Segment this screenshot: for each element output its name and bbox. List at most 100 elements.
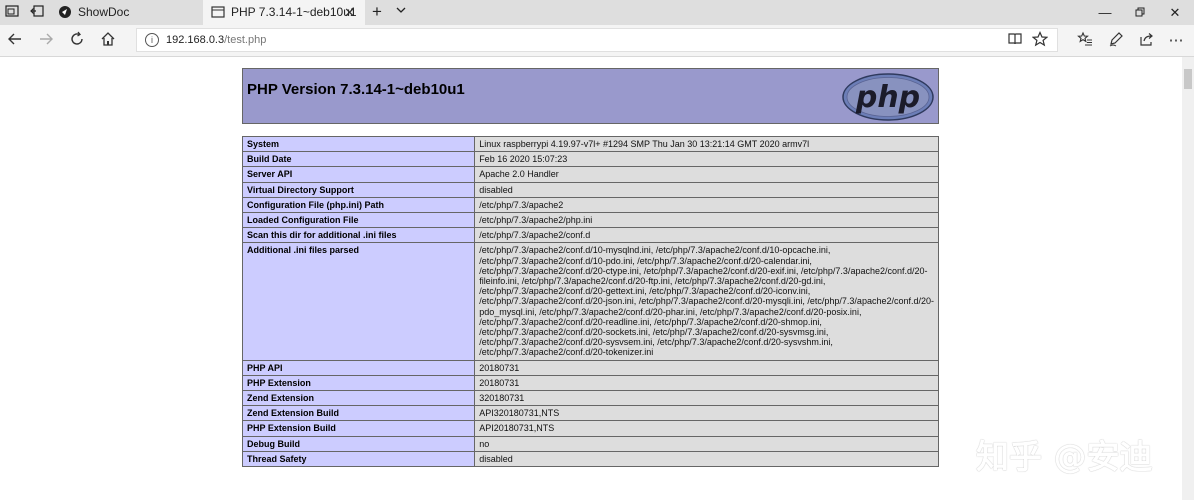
tab-label: ShowDoc — [78, 5, 130, 19]
row-key: Build Date — [241, 151, 476, 168]
row-key: Configuration File (php.ini) Path — [241, 196, 476, 214]
close-tab-icon[interactable]: ✕ — [344, 0, 355, 25]
table-row: Server API Apache 2.0 Handler — [241, 166, 939, 183]
value-line: Linux raspberrypi 4.19.97-v7l+ #1294 SMP… — [479, 139, 810, 149]
row-value: 320180731 — [474, 390, 939, 407]
value-line: /etc/php/7.3/apache2/conf.d/20-tokenizer… — [479, 347, 654, 358]
row-key: Virtual Directory Support — [241, 181, 476, 198]
table-row: Scan this dir for additional .ini files /… — [241, 227, 939, 244]
svg-text:php: php — [855, 80, 920, 115]
row-value: /etc/php/7.3/apache2 — [474, 196, 939, 214]
table-row: Loaded Configuration File/etc/php/7.3/ap… — [241, 212, 939, 229]
row-key: Debug Build — [241, 435, 476, 452]
value-line: 20180731 — [479, 362, 520, 373]
value-line: 320180731 — [479, 393, 525, 404]
row-key: Server API — [241, 166, 476, 183]
forward-icon[interactable] — [36, 31, 56, 51]
value-line: Feb 16 2020 15:07:23 — [479, 154, 568, 165]
more-options-icon[interactable]: ⋯ — [1166, 31, 1186, 51]
table-row: Build Date Feb 16 2020 15:07:23 — [241, 151, 939, 168]
row-key: Scan this dir for additional .ini files — [241, 227, 476, 244]
value-line: /etc/php/7.3/apache2/conf.d/20-sockets.i… — [479, 327, 829, 338]
value-line: disabled — [479, 184, 513, 195]
row-key: Zend Extension Build — [241, 405, 476, 422]
table-row: PHP Extension Build API20180731,NTS — [241, 420, 939, 437]
php-info-table: System Linux raspberrypi 4.19.97-v7l+ #12… — [241, 135, 939, 468]
row-value: disabled — [474, 450, 939, 468]
value-line: disabled — [479, 453, 513, 464]
watermark: 知乎 @安迪 — [976, 437, 1153, 476]
table-row: Virtual Directory Support disabled — [241, 181, 939, 198]
row-key: PHP Extension Build — [241, 420, 476, 437]
tab-showdoc[interactable]: ShowDoc — [50, 0, 203, 25]
favorite-star-icon[interactable] — [1030, 31, 1050, 51]
row-key: System — [241, 135, 476, 153]
page-title: PHP Version 7.3.14-1~deb10u1 — [247, 81, 465, 98]
minimize-icon[interactable]: — — [1088, 0, 1122, 25]
tab-php-info[interactable]: PHP 7.3.14-1~deb10u1 ✕ — [203, 0, 365, 25]
value-line: API20180731,NTS — [479, 423, 555, 434]
value-line: API320180731,NTS — [479, 408, 560, 419]
reading-view-icon[interactable] — [1005, 31, 1025, 51]
value-line: /etc/php/7.3/apache2/conf.d/20-readline.… — [479, 316, 822, 327]
value-line: fileinfo.ini, /etc/php/7.3/apache2/conf.… — [479, 276, 826, 287]
window-close-icon[interactable]: ✕ — [1158, 0, 1192, 25]
value-line: /etc/php/7.3/apache2/conf.d — [479, 230, 591, 241]
share-icon[interactable] — [1137, 31, 1157, 51]
row-key: Zend Extension — [241, 390, 476, 407]
favorites-list-icon[interactable] — [1075, 31, 1095, 51]
url-text: 192.168.0.3/test.php — [166, 34, 267, 46]
showdoc-favicon-icon — [59, 6, 71, 18]
row-value: disabled — [474, 181, 939, 198]
value-line: /etc/php/7.3/apache2 — [479, 199, 564, 210]
php-version-header: PHP Version 7.3.14-1~deb10u1 php — [242, 68, 939, 124]
page-scrollbar[interactable] — [1182, 57, 1194, 500]
back-icon[interactable] — [5, 31, 25, 51]
value-line: /etc/php/7.3/apache2/conf.d/10-pdo.ini, … — [479, 255, 812, 266]
row-value: Linux raspberrypi 4.19.97-v7l+ #1294 SMP… — [474, 135, 939, 153]
value-line: /etc/php/7.3/apache2/conf.d/20-json.ini,… — [479, 296, 934, 307]
chevron-down-icon[interactable] — [393, 4, 409, 20]
navigation-bar: i 192.168.0.3/test.php ⋯ — [0, 25, 1194, 57]
row-value: no — [474, 435, 939, 452]
address-bar[interactable]: i 192.168.0.3/test.php — [136, 28, 1058, 52]
new-tab-icon[interactable]: + — [369, 3, 385, 20]
table-row: Zend Extension 320180731 — [241, 390, 939, 407]
row-value: 20180731 — [474, 359, 939, 376]
row-value: API20180731,NTS — [474, 420, 939, 437]
page-favicon-icon — [211, 6, 225, 18]
site-info-icon[interactable]: i — [145, 33, 159, 47]
row-key: PHP Extension — [241, 374, 476, 392]
table-row: PHP Extension 20180731 — [241, 374, 939, 392]
row-value: /etc/php/7.3/apache2/php.ini — [474, 212, 939, 229]
set-aside-tabs-icon[interactable] — [29, 4, 45, 20]
table-row: Thread Safety disabled — [241, 450, 939, 468]
row-key: Thread Safety — [241, 450, 476, 468]
value-line: /etc/php/7.3/apache2/php.ini — [479, 215, 593, 226]
value-line: /etc/php/7.3/apache2/conf.d/10-mysqlnd.i… — [479, 245, 831, 256]
value-line: pdo_mysql.ini, /etc/php/7.3/apache2/conf… — [479, 306, 862, 317]
row-value: /etc/php/7.3/apache2/conf.d/10-mysqlnd.i… — [474, 242, 939, 361]
refresh-icon[interactable] — [67, 31, 87, 51]
restore-icon[interactable] — [1123, 0, 1157, 25]
table-row: Configuration File (php.ini) Path/etc/ph… — [241, 196, 939, 214]
scrollbar-thumb[interactable] — [1184, 69, 1192, 89]
row-value: API320180731,NTS — [474, 405, 939, 422]
table-row: Debug Build no — [241, 435, 939, 452]
row-key: PHP API — [241, 359, 476, 376]
tab-actions-icon[interactable] — [4, 4, 20, 20]
tab-label: PHP 7.3.14-1~deb10u1 — [231, 5, 357, 19]
value-line: Apache 2.0 Handler — [479, 169, 559, 180]
row-value: 20180731 — [474, 374, 939, 392]
table-row: Zend Extension Build API320180731,NTS — [241, 405, 939, 422]
table-row: PHP API 20180731 — [241, 359, 939, 376]
table-row: System Linux raspberrypi 4.19.97-v7l+ #12… — [241, 135, 939, 153]
row-value: Apache 2.0 Handler — [474, 166, 939, 183]
row-value: /etc/php/7.3/apache2/conf.d — [474, 227, 939, 244]
home-icon[interactable] — [98, 31, 118, 51]
php-logo-icon: php — [842, 73, 934, 121]
value-line: /etc/php/7.3/apache2/conf.d/20-ctype.ini… — [479, 265, 928, 276]
pen-notes-icon[interactable] — [1106, 31, 1126, 51]
value-line: /etc/php/7.3/apache2/conf.d/20-sysvsem.i… — [479, 337, 833, 348]
table-row: Additional .ini files parsed/etc/php/7.3… — [241, 242, 939, 361]
